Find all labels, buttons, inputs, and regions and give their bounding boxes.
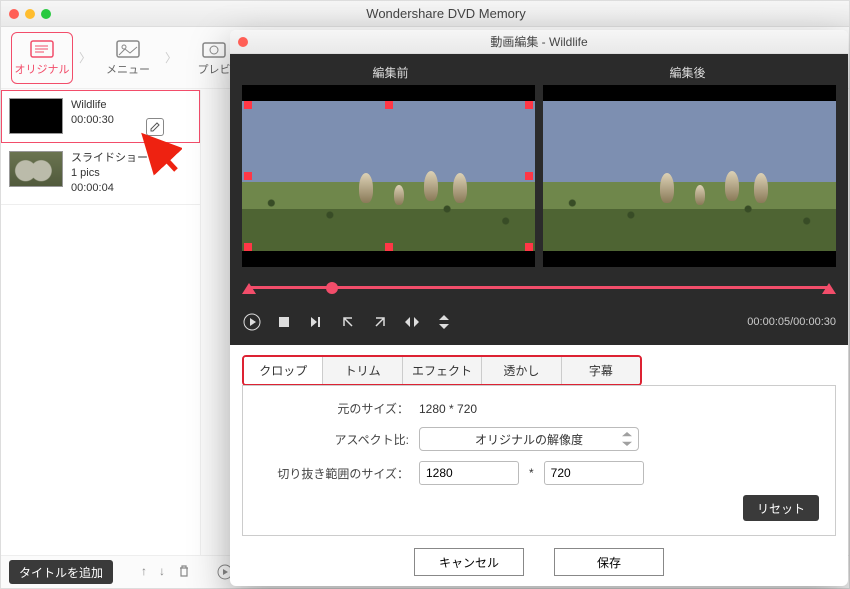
- minimize-icon[interactable]: [25, 9, 35, 19]
- app-title: Wondershare DVD Memory: [51, 6, 841, 21]
- chevron-right-icon: 〉: [79, 49, 91, 66]
- edit-tabs-section: クロップ トリム エフェクト 透かし 字幕 元のサイズ： 1280 * 720 …: [230, 345, 848, 536]
- tab-effect[interactable]: エフェクト: [403, 357, 482, 384]
- clip-thumbnail: [9, 151, 63, 187]
- pencil-icon: [150, 122, 160, 132]
- down-arrow-icon[interactable]: ↓: [159, 564, 165, 580]
- titlebar: Wondershare DVD Memory: [1, 1, 849, 27]
- play-button[interactable]: [242, 312, 262, 332]
- before-label: 編集前: [242, 64, 539, 81]
- sidebar-item-slideshow[interactable]: スライドショー 1 pics 00:00:04: [1, 143, 200, 205]
- edit-clip-button[interactable]: [146, 118, 164, 136]
- dialog-buttons: キャンセル 保存: [230, 536, 848, 586]
- cancel-button[interactable]: キャンセル: [414, 548, 524, 576]
- clip-thumbnail: [9, 98, 63, 134]
- video-edit-dialog: 動画編集 - Wildlife 編集前 編集後: [230, 30, 848, 586]
- video-frame: [543, 101, 836, 251]
- menu-icon: [115, 39, 141, 59]
- add-title-button[interactable]: タイトルを追加: [9, 560, 113, 584]
- aspect-ratio-select[interactable]: オリジナルの解像度: [419, 427, 639, 451]
- crop-handle[interactable]: [525, 101, 533, 109]
- up-arrow-icon[interactable]: ↑: [141, 564, 147, 580]
- flip-v-button[interactable]: [434, 312, 454, 332]
- tab-label: メニュー: [106, 61, 150, 77]
- sidebar-item-wildlife[interactable]: Wildlife 00:00:30: [1, 90, 200, 143]
- chevron-right-icon: 〉: [165, 49, 177, 66]
- window-controls: [9, 9, 51, 19]
- dialog-close-icon[interactable]: [238, 37, 248, 47]
- player-controls: 00:00:05/00:00:30: [242, 309, 836, 335]
- crop-size-separator: *: [529, 466, 534, 480]
- after-label: 編集後: [539, 64, 836, 81]
- tab-trim[interactable]: トリム: [323, 357, 402, 384]
- crop-handle[interactable]: [244, 172, 252, 180]
- tab-watermark[interactable]: 透かし: [482, 357, 561, 384]
- aspect-ratio-value: オリジナルの解像度: [475, 431, 583, 448]
- preview-icon: [201, 39, 227, 59]
- clip-detail: 1 pics: [71, 166, 148, 181]
- tab-crop[interactable]: クロップ: [244, 357, 323, 384]
- clip-title: Wildlife: [71, 98, 114, 113]
- clip-meta: スライドショー 1 pics 00:00:04: [71, 151, 148, 196]
- clip-meta: Wildlife 00:00:30: [71, 98, 114, 134]
- crop-handle[interactable]: [525, 243, 533, 251]
- footer-icons: ↑ ↓: [141, 564, 233, 580]
- crop-handle[interactable]: [385, 101, 393, 109]
- clip-duration: 00:00:30: [71, 113, 114, 128]
- edit-tabs: クロップ トリム エフェクト 透かし 字幕: [242, 355, 642, 386]
- dialog-titlebar: 動画編集 - Wildlife: [230, 30, 848, 54]
- rotate-cw-button[interactable]: [370, 312, 390, 332]
- timecode: 00:00:05/00:00:30: [747, 316, 836, 328]
- step-forward-button[interactable]: [306, 312, 326, 332]
- tab-subtitle[interactable]: 字幕: [562, 357, 640, 384]
- stop-button[interactable]: [274, 312, 294, 332]
- tab-label: オリジナル: [15, 61, 70, 77]
- tab-original[interactable]: オリジナル: [11, 32, 73, 84]
- preview-area: 編集前 編集後: [230, 54, 848, 345]
- save-button[interactable]: 保存: [554, 548, 664, 576]
- video-frame: [242, 101, 535, 251]
- sidebar: Wildlife 00:00:30 スライドショー 1 pics 00:00:0…: [1, 90, 201, 555]
- flip-h-button[interactable]: [402, 312, 422, 332]
- crop-handle[interactable]: [385, 243, 393, 251]
- close-icon[interactable]: [9, 9, 19, 19]
- range-end-handle[interactable]: [822, 283, 836, 294]
- crop-handle[interactable]: [525, 172, 533, 180]
- tab-menu[interactable]: メニュー: [97, 32, 159, 84]
- range-start-handle[interactable]: [242, 283, 256, 294]
- preview-after: [543, 85, 836, 267]
- clip-title: スライドショー: [71, 151, 148, 166]
- original-size-value: 1280 * 720: [419, 402, 477, 416]
- tab-label: プレビ: [198, 61, 231, 77]
- timeline[interactable]: [242, 277, 836, 299]
- crop-height-input[interactable]: [544, 461, 644, 485]
- crop-form: 元のサイズ： 1280 * 720 アスペクト比: オリジナルの解像度 切り抜き…: [242, 385, 836, 536]
- rotate-ccw-button[interactable]: [338, 312, 358, 332]
- aspect-ratio-label: アスペクト比:: [259, 431, 409, 448]
- trash-icon[interactable]: [177, 564, 191, 580]
- crop-handle[interactable]: [244, 101, 252, 109]
- dialog-title: 動画編集 - Wildlife: [490, 33, 587, 50]
- crop-width-input[interactable]: [419, 461, 519, 485]
- clip-duration: 00:00:04: [71, 181, 148, 196]
- crop-handle[interactable]: [244, 243, 252, 251]
- original-size-label: 元のサイズ：: [259, 400, 409, 417]
- zoom-icon[interactable]: [41, 9, 51, 19]
- playhead[interactable]: [326, 282, 338, 294]
- reset-button[interactable]: リセット: [743, 495, 819, 521]
- crop-size-label: 切り抜き範囲のサイズ：: [259, 465, 409, 482]
- original-icon: [29, 39, 55, 59]
- preview-before[interactable]: [242, 85, 535, 267]
